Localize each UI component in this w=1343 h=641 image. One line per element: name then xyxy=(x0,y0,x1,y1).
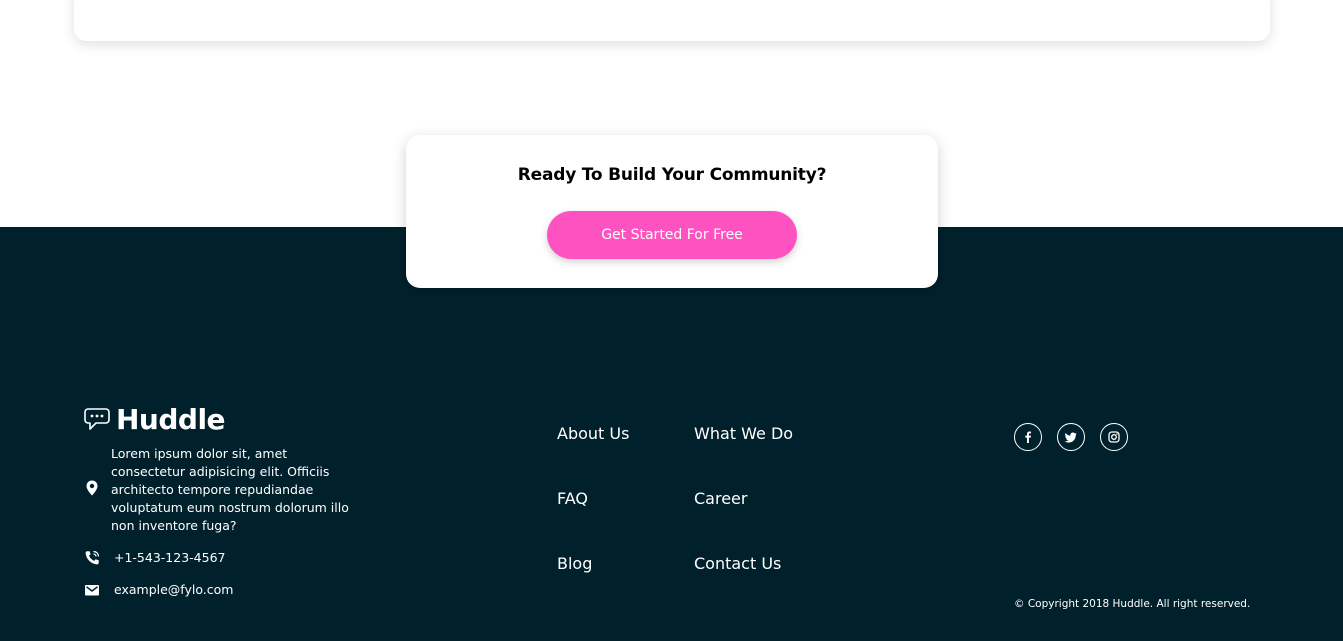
cta-title: Ready To Build Your Community? xyxy=(517,165,827,185)
facebook-button[interactable] xyxy=(1014,423,1042,451)
nav-about-link[interactable]: About Us xyxy=(557,424,629,444)
address-row: Lorem ipsum dolor sit, amet consectetur … xyxy=(84,445,351,535)
copyright-text: © Copyright 2018 Huddle. All right reser… xyxy=(1014,598,1251,610)
location-pin-icon xyxy=(86,480,98,496)
content-card xyxy=(74,0,1270,41)
email-text: example@fylo.com xyxy=(114,582,234,597)
address-text: Lorem ipsum dolor sit, amet consectetur … xyxy=(111,446,349,533)
facebook-icon xyxy=(1025,431,1031,443)
instagram-button[interactable] xyxy=(1100,423,1128,451)
cta-card: Ready To Build Your Community? Get Start… xyxy=(406,135,938,288)
twitter-icon xyxy=(1065,432,1077,443)
instagram-icon xyxy=(1108,431,1120,443)
email-icon xyxy=(85,585,99,596)
brand-name: Huddle xyxy=(116,402,226,436)
twitter-button[interactable] xyxy=(1057,423,1085,451)
phone-icon xyxy=(85,550,100,565)
nav-blog-link[interactable]: Blog xyxy=(557,554,592,574)
phone-row: +1-543-123-4567 xyxy=(84,549,226,567)
nav-contact-link[interactable]: Contact Us xyxy=(694,554,781,574)
brand-logo[interactable]: Huddle xyxy=(84,402,226,436)
email-row: example@fylo.com xyxy=(84,581,233,599)
nav-career-link[interactable]: Career xyxy=(694,489,747,509)
nav-faq-link[interactable]: FAQ xyxy=(557,489,588,509)
phone-text: +1-543-123-4567 xyxy=(114,550,226,565)
chat-bubble-icon xyxy=(84,408,110,430)
get-started-button[interactable]: Get Started For Free xyxy=(547,211,797,259)
nav-what-we-do-link[interactable]: What We Do xyxy=(694,424,793,444)
